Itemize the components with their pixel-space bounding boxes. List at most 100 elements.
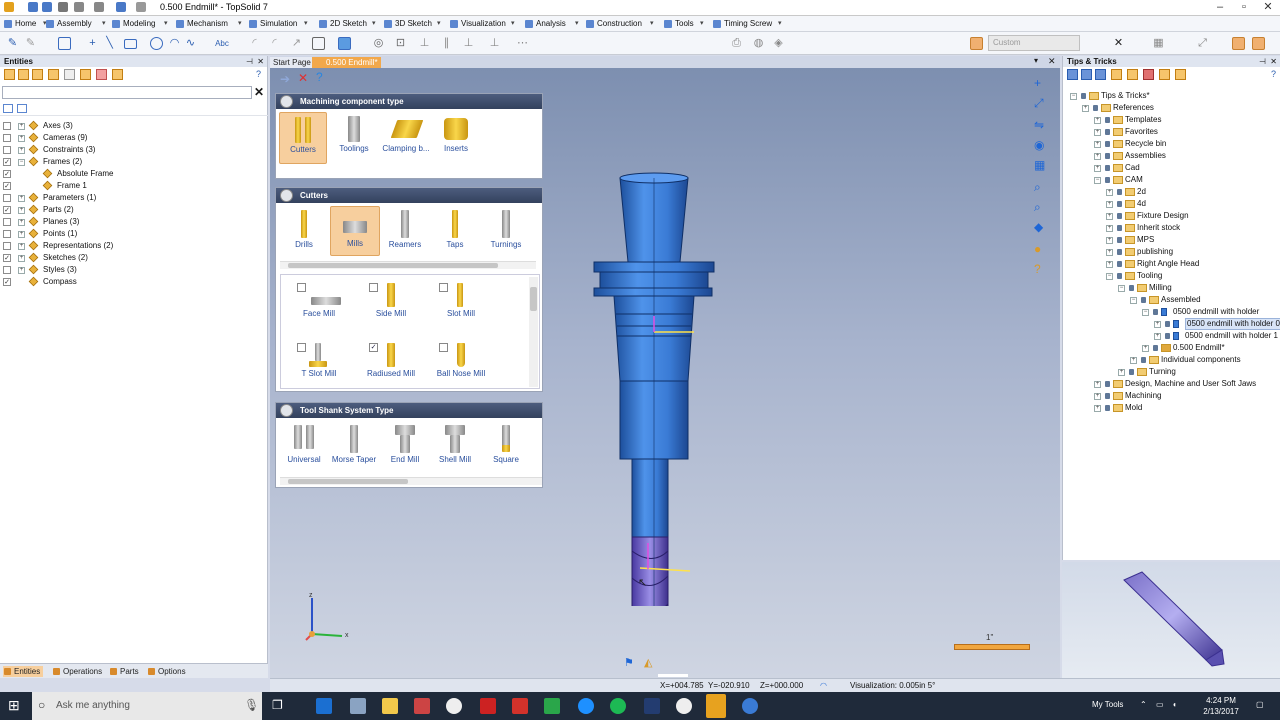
shank-end-mill[interactable]: End Mill bbox=[381, 423, 429, 464]
clear-search-icon[interactable]: ✕ bbox=[254, 85, 264, 99]
mill-list-scrollbar[interactable] bbox=[529, 277, 538, 387]
grid-icon[interactable]: ▦ bbox=[1152, 37, 1165, 50]
tab-list-icon[interactable]: ▾ bbox=[1034, 56, 1038, 65]
expand-icon[interactable]: + bbox=[18, 195, 25, 202]
tree-item[interactable]: ✓ + Parts (2) bbox=[0, 204, 260, 216]
tab-entities[interactable]: Entities bbox=[3, 666, 44, 677]
volume-icon[interactable]: ◖ bbox=[1172, 700, 1177, 709]
save-all-icon[interactable] bbox=[42, 2, 52, 12]
chevron-down-icon[interactable]: ▾ bbox=[102, 19, 110, 28]
expand-icon[interactable]: + bbox=[18, 135, 25, 142]
tips-tree-item[interactable]: − 0500 endmill with holder bbox=[1063, 306, 1279, 318]
visibility-checkbox[interactable]: ✓ bbox=[3, 170, 11, 178]
entities-search-input[interactable] bbox=[2, 86, 252, 99]
visibility-checkbox[interactable]: ✓ bbox=[3, 158, 11, 166]
tips-tree-item[interactable]: + Favorites bbox=[1063, 126, 1279, 138]
style-icon[interactable] bbox=[970, 37, 983, 50]
tab-options[interactable]: Options bbox=[147, 666, 186, 677]
zoom-fit-icon[interactable]: ⌕ bbox=[1034, 200, 1041, 215]
chevron-down-icon[interactable]: ▾ bbox=[511, 19, 519, 28]
tree-item[interactable]: + Constraints (3) bbox=[0, 144, 260, 156]
camera-icon[interactable]: ◍ bbox=[752, 37, 765, 50]
chamfer-icon[interactable]: ◜ bbox=[268, 37, 281, 50]
app-icon[interactable] bbox=[512, 698, 528, 714]
style-select[interactable]: Custom bbox=[988, 35, 1080, 51]
visibility-checkbox[interactable] bbox=[3, 122, 11, 130]
menu-home[interactable]: Home bbox=[4, 18, 36, 30]
tips-tree-item[interactable]: +4d bbox=[1063, 198, 1279, 210]
mill-ball-nose-checkbox[interactable] bbox=[439, 343, 448, 352]
help-icon[interactable]: ? bbox=[1034, 262, 1041, 276]
mill-side-checkbox[interactable] bbox=[369, 283, 378, 292]
task-view-icon[interactable]: ❐ bbox=[272, 698, 283, 712]
zoom-in-icon[interactable]: + bbox=[1034, 76, 1041, 90]
tips-tool-icon[interactable] bbox=[1111, 69, 1122, 80]
menu-analysis[interactable]: Analysis bbox=[525, 18, 566, 30]
expand-icon[interactable]: + bbox=[18, 243, 25, 250]
tips-tool-icon[interactable] bbox=[1143, 69, 1154, 80]
mill-slot-checkbox[interactable] bbox=[439, 283, 448, 292]
expand-icon[interactable]: + bbox=[1082, 105, 1089, 112]
expand-icon[interactable]: − bbox=[1094, 177, 1101, 184]
shading-icon[interactable]: ◆ bbox=[1034, 220, 1043, 234]
list-view-icon[interactable] bbox=[17, 104, 27, 113]
app-icon[interactable] bbox=[414, 698, 430, 714]
menu-simulation[interactable]: Simulation bbox=[249, 18, 297, 30]
spotify-icon[interactable] bbox=[610, 698, 626, 714]
visibility-checkbox[interactable] bbox=[3, 134, 11, 142]
chevron-down-icon[interactable]: ▾ bbox=[238, 19, 246, 28]
pan-icon[interactable]: ⤢ bbox=[1034, 96, 1044, 111]
close-button[interactable]: ✕ bbox=[1256, 0, 1280, 16]
expand-icon[interactable]: + bbox=[18, 123, 25, 130]
status-refresh-icon[interactable]: ◠ bbox=[820, 681, 827, 690]
filezilla-icon[interactable] bbox=[480, 698, 496, 714]
undo-icon[interactable] bbox=[74, 2, 84, 12]
spline-icon[interactable]: ∿ bbox=[184, 37, 197, 50]
expand-icon[interactable]: + bbox=[1154, 333, 1161, 340]
viewport-scrollbar[interactable] bbox=[658, 674, 688, 677]
tips-tree-item[interactable]: + Individual components bbox=[1063, 354, 1279, 366]
tree-item[interactable]: + Cameras (9) bbox=[0, 132, 260, 144]
tips-tree-item[interactable]: − Milling bbox=[1063, 282, 1279, 294]
component-type-inserts[interactable]: Inserts bbox=[432, 112, 480, 153]
help-icon[interactable]: ? bbox=[256, 69, 261, 79]
chevron-down-icon[interactable]: ▾ bbox=[778, 19, 786, 28]
cutters-scrollbar[interactable] bbox=[280, 261, 536, 269]
menu-visualization[interactable]: Visualization bbox=[450, 18, 506, 30]
expand-icon[interactable]: + bbox=[1142, 345, 1149, 352]
edge-icon[interactable] bbox=[578, 698, 594, 714]
visibility-checkbox[interactable] bbox=[3, 230, 11, 238]
view-cube-icon[interactable]: ⚑ bbox=[624, 656, 634, 669]
expand-icon[interactable]: + bbox=[1094, 153, 1101, 160]
chevron-down-icon[interactable]: ▾ bbox=[164, 19, 172, 28]
expand-icon[interactable]: + bbox=[1094, 165, 1101, 172]
expand-icon[interactable]: + bbox=[1154, 321, 1161, 328]
color-icon[interactable]: ● bbox=[1034, 242, 1041, 256]
tips-tree-item[interactable]: − Tips & Tricks* bbox=[1063, 90, 1279, 102]
tips-tree-item[interactable]: +2d bbox=[1063, 186, 1279, 198]
app-icon[interactable] bbox=[742, 698, 758, 714]
entities-tool-icon[interactable] bbox=[112, 69, 123, 80]
menu-3d-sketch[interactable]: 3D Sketch bbox=[384, 18, 432, 30]
close-icon[interactable]: ✕ bbox=[257, 56, 264, 67]
expand-icon[interactable]: + bbox=[18, 207, 25, 214]
microphone-icon[interactable]: 🎙 bbox=[244, 698, 259, 712]
menu-mechanism[interactable]: Mechanism bbox=[176, 18, 228, 30]
save-icon[interactable] bbox=[28, 2, 38, 12]
tree-item[interactable]: ✓ Absolute Frame bbox=[0, 168, 260, 180]
expand-icon[interactable]: + bbox=[1106, 201, 1113, 208]
tips-tree-item[interactable]: + Assemblies bbox=[1063, 150, 1279, 162]
expand-icon[interactable]: + bbox=[1118, 369, 1125, 376]
chevron-down-icon[interactable]: ▾ bbox=[437, 19, 445, 28]
print-icon[interactable] bbox=[58, 2, 68, 12]
component-type-toolings[interactable]: Toolings bbox=[330, 112, 378, 153]
tree-item[interactable]: + Points (1) bbox=[0, 228, 260, 240]
mill-t-slot-checkbox[interactable] bbox=[297, 343, 306, 352]
cancel-icon[interactable]: ✕ bbox=[298, 71, 308, 85]
pin-icon[interactable]: ⊣ bbox=[1259, 56, 1266, 67]
tips-tree-item[interactable]: + Fixture Design bbox=[1063, 210, 1279, 222]
visibility-checkbox[interactable] bbox=[3, 266, 11, 274]
expand-icon[interactable]: − bbox=[1130, 297, 1137, 304]
arc-icon[interactable]: ◠ bbox=[168, 37, 181, 50]
menu-2d-sketch[interactable]: 2D Sketch bbox=[319, 18, 367, 30]
